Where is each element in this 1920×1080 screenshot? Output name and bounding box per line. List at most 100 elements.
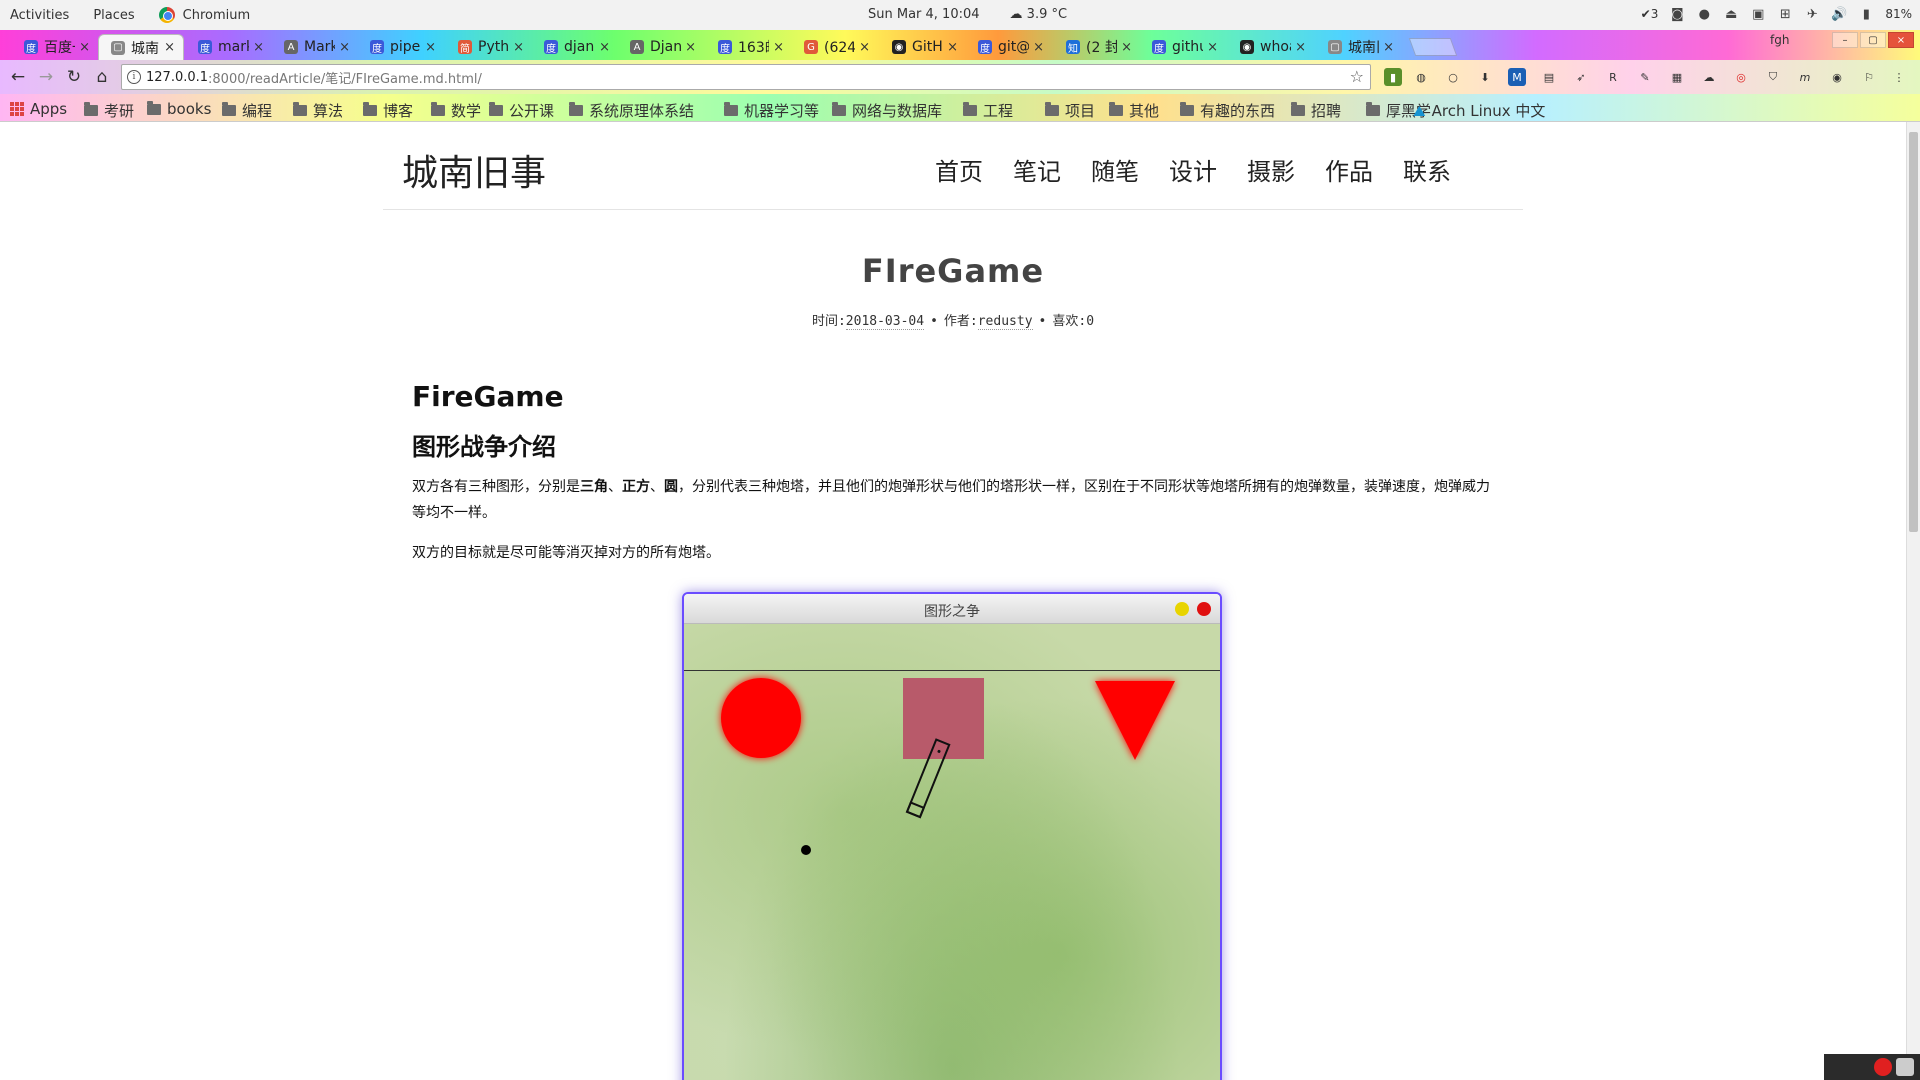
tab-5[interactable]: 简 Pytho×	[446, 34, 532, 60]
tab-4[interactable]: 度 pipenv ×	[358, 34, 444, 60]
eject-icon[interactable]: ⏏	[1723, 6, 1739, 22]
bookmark-10[interactable]: 网络与数据库	[832, 100, 942, 121]
bookmark-star-icon[interactable]: ☆	[1350, 67, 1364, 86]
tab-close-icon[interactable]: ×	[1383, 40, 1394, 55]
tab-9[interactable]: G (624主×	[792, 34, 878, 60]
download-icon[interactable]: ⬇	[1476, 68, 1494, 86]
forward-button[interactable]: →	[36, 67, 56, 87]
nav-home[interactable]: 首页	[935, 152, 983, 187]
window-minimize-button[interactable]: –	[1832, 32, 1858, 48]
bookmark-2[interactable]: books	[147, 100, 211, 118]
bookmark-17[interactable]: ⛰ Arch Linux 中文	[1413, 100, 1545, 121]
reload-button[interactable]: ↻	[64, 67, 84, 87]
camera-icon[interactable]: ▣	[1750, 6, 1766, 22]
tab-7[interactable]: A Djang×	[618, 34, 704, 60]
window-close-button[interactable]: ×	[1888, 32, 1914, 48]
tab-close-icon[interactable]: ×	[1207, 40, 1218, 55]
extension-1-icon[interactable]: ▮	[1384, 68, 1402, 86]
extension-15-icon[interactable]: ⚐	[1860, 68, 1878, 86]
site-title[interactable]: 城南旧事	[402, 144, 546, 196]
tab-12[interactable]: 知 (2 封私×	[1054, 34, 1140, 60]
tray-app-icon[interactable]	[1874, 1058, 1892, 1076]
bookmark-5[interactable]: 博客	[363, 100, 413, 121]
volume-icon[interactable]: 🔊	[1831, 6, 1847, 22]
tab-10[interactable]: ◉ GitHu ×	[880, 34, 966, 60]
tab-close-icon[interactable]: ×	[685, 40, 696, 55]
cloud-ext-icon[interactable]: ☁	[1700, 68, 1718, 86]
tab-close-icon[interactable]: ×	[859, 40, 870, 55]
updates-indicator[interactable]: ✔3	[1641, 7, 1659, 21]
tab-8[interactable]: 度 163邮 ×	[706, 34, 792, 60]
nav-essays[interactable]: 随笔	[1091, 152, 1139, 187]
tab-close-icon[interactable]: ×	[1033, 40, 1044, 55]
tab-2[interactable]: 度 markd ×	[186, 34, 272, 60]
info-icon[interactable]: i	[127, 70, 141, 84]
bookmark-4[interactable]: 算法	[293, 100, 343, 121]
address-bar[interactable]: i 127.0.0.1:8000/readArticle/笔记/FIreGame…	[121, 64, 1371, 90]
screenshot-icon[interactable]: ◙	[1669, 6, 1685, 22]
menu-icon[interactable]: ⋮	[1890, 68, 1908, 86]
home-button[interactable]: ⌂	[92, 67, 112, 87]
bookmark-8[interactable]: 系统原理体系结	[569, 100, 694, 121]
tab-13[interactable]: 度 github ×	[1140, 34, 1226, 60]
bookmark-1[interactable]: 考研	[84, 100, 134, 121]
tab-close-icon[interactable]: ×	[1295, 40, 1306, 55]
shield-icon[interactable]: ⛉	[1764, 68, 1782, 86]
tab-close-icon[interactable]: ×	[253, 40, 264, 55]
extension-m-icon[interactable]: M	[1508, 68, 1526, 86]
incognito-icon[interactable]: ●	[1696, 6, 1712, 22]
tab-close-icon[interactable]: ×	[164, 40, 175, 55]
bookmark-0[interactable]: Apps	[10, 100, 67, 118]
tab-close-icon[interactable]: ×	[1121, 40, 1132, 55]
places-menu[interactable]: Places	[93, 8, 134, 23]
tab-close-icon[interactable]: ×	[947, 40, 958, 55]
network-icon[interactable]: ⊞	[1777, 6, 1793, 22]
nav-photography[interactable]: 摄影	[1247, 152, 1295, 187]
tab-close-icon[interactable]: ×	[599, 40, 610, 55]
tab-3[interactable]: A Marku×	[272, 34, 358, 60]
nav-works[interactable]: 作品	[1325, 152, 1373, 187]
bookmark-15[interactable]: 招聘	[1291, 100, 1341, 121]
battery-icon[interactable]: ▮	[1858, 6, 1874, 22]
rocket-icon[interactable]: ➶	[1572, 68, 1590, 86]
bookmark-6[interactable]: 数学	[431, 100, 481, 121]
tab-15[interactable]: ▢ 城南旧 ×	[1316, 34, 1402, 60]
back-button[interactable]: ←	[8, 67, 28, 87]
bookmark-9[interactable]: 机器学习等	[724, 100, 819, 121]
tab-6[interactable]: 度 django ×	[532, 34, 618, 60]
scrollbar-thumb[interactable]	[1909, 132, 1918, 532]
extension-2-icon[interactable]: ◍	[1412, 68, 1430, 86]
tab-0[interactable]: 度百度一 ×	[12, 34, 98, 60]
tab-14[interactable]: ◉ whoar ×	[1228, 34, 1314, 60]
activities-button[interactable]: Activities	[10, 8, 69, 23]
window-maximize-button[interactable]: ▢	[1860, 32, 1886, 48]
bookmark-7[interactable]: 公开课	[489, 100, 554, 121]
bookmark-12[interactable]: 项目	[1045, 100, 1095, 121]
extension-14-icon[interactable]: ◉	[1828, 68, 1846, 86]
bookmark-14[interactable]: 有趣的东西	[1180, 100, 1275, 121]
extension-11-icon[interactable]: ◎	[1732, 68, 1750, 86]
nav-notes[interactable]: 笔记	[1013, 152, 1061, 187]
page-scrollbar[interactable]	[1906, 122, 1920, 1080]
extension-5-icon[interactable]: ▤	[1540, 68, 1558, 86]
nav-design[interactable]: 设计	[1169, 152, 1217, 187]
app-menu[interactable]: Chromium	[158, 7, 250, 23]
extension-8-icon[interactable]: ✎	[1636, 68, 1654, 86]
tab-1[interactable]: ▢ 城南旧 ×	[98, 34, 184, 60]
keyboard-icon[interactable]	[1896, 1058, 1914, 1076]
tab-11[interactable]: 度 git@g×	[966, 34, 1052, 60]
extension-7-icon[interactable]: R	[1604, 68, 1622, 86]
profile-name[interactable]: fgh	[1770, 33, 1789, 47]
extension-9-icon[interactable]: ▦	[1668, 68, 1686, 86]
tab-close-icon[interactable]: ×	[513, 40, 524, 55]
extension-m2-icon[interactable]: m	[1796, 68, 1814, 86]
tab-close-icon[interactable]: ×	[425, 40, 436, 55]
nav-contact[interactable]: 联系	[1403, 152, 1451, 187]
bookmark-11[interactable]: 工程	[963, 100, 1013, 121]
tab-close-icon[interactable]: ×	[773, 40, 784, 55]
clock[interactable]: Sun Mar 4, 10:04	[868, 7, 980, 22]
tab-close-icon[interactable]: ×	[339, 40, 350, 55]
tab-close-icon[interactable]: ×	[79, 40, 90, 55]
extension-3-icon[interactable]: ○	[1444, 68, 1462, 86]
weather-indicator[interactable]: ☁ 3.9 °C	[1010, 7, 1068, 22]
